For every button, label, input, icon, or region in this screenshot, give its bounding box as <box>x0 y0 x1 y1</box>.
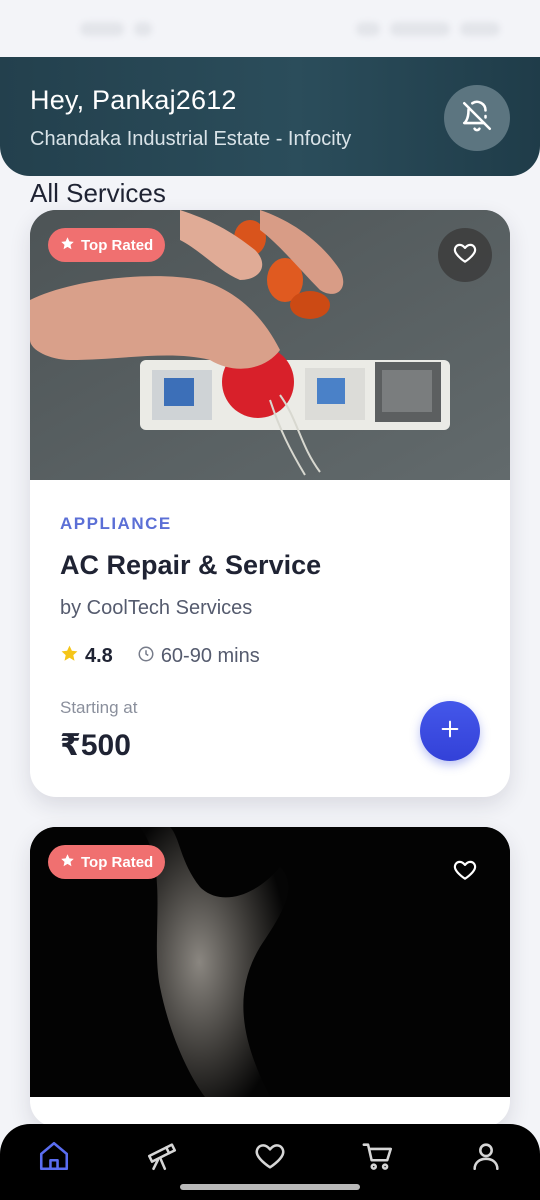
bottom-navigation <box>0 1124 540 1200</box>
badge-label: Top Rated <box>81 236 154 254</box>
home-indicator[interactable] <box>180 1184 360 1190</box>
top-rated-badge: Top Rated <box>48 228 166 262</box>
add-to-cart-button[interactable] <box>420 701 480 761</box>
notifications-button[interactable] <box>444 85 510 151</box>
nav-explore[interactable] <box>140 1136 184 1180</box>
service-card[interactable]: Top Rated <box>30 827 510 1127</box>
service-card[interactable]: Top Rated APPLIANCE AC Repair & Service … <box>30 210 510 797</box>
badge-label: Top Rated <box>81 853 154 871</box>
heart-icon <box>452 857 478 888</box>
status-bar <box>0 0 540 58</box>
heart-icon <box>452 240 478 271</box>
star-icon <box>60 236 75 255</box>
favorite-button[interactable] <box>438 845 492 899</box>
rating-star-icon <box>60 644 79 669</box>
top-rated-badge: Top Rated <box>48 845 166 879</box>
nav-profile[interactable] <box>464 1136 508 1180</box>
price-value: ₹500 <box>60 729 131 762</box>
favorite-button[interactable] <box>438 228 492 282</box>
clock-icon <box>137 645 155 669</box>
nav-cart[interactable] <box>356 1136 400 1180</box>
heart-icon <box>253 1139 287 1178</box>
plus-icon <box>439 718 461 745</box>
home-icon <box>37 1139 71 1178</box>
provider-name: by CoolTech Services <box>60 597 253 619</box>
section-title: All Services <box>30 178 166 208</box>
telescope-icon <box>145 1139 179 1178</box>
starting-label: Starting at <box>60 698 138 717</box>
nav-favorites[interactable] <box>248 1136 292 1180</box>
service-meta: 4.8 60-90 mins <box>60 644 260 669</box>
cart-icon <box>361 1139 395 1178</box>
category-label: APPLIANCE <box>60 514 172 533</box>
bell-off-icon <box>460 99 494 138</box>
nav-home[interactable] <box>32 1136 76 1180</box>
star-icon <box>60 853 75 872</box>
user-icon <box>469 1139 503 1178</box>
service-title: AC Repair & Service <box>60 550 322 580</box>
greeting-text: Hey, Pankaj2612 <box>30 85 237 115</box>
duration-value: 60-90 mins <box>160 645 260 667</box>
rating-value: 4.8 <box>85 645 113 667</box>
header: Hey, Pankaj2612 Chandaka Industrial Esta… <box>0 57 540 176</box>
location-text[interactable]: Chandaka Industrial Estate - Infocity <box>30 128 351 151</box>
